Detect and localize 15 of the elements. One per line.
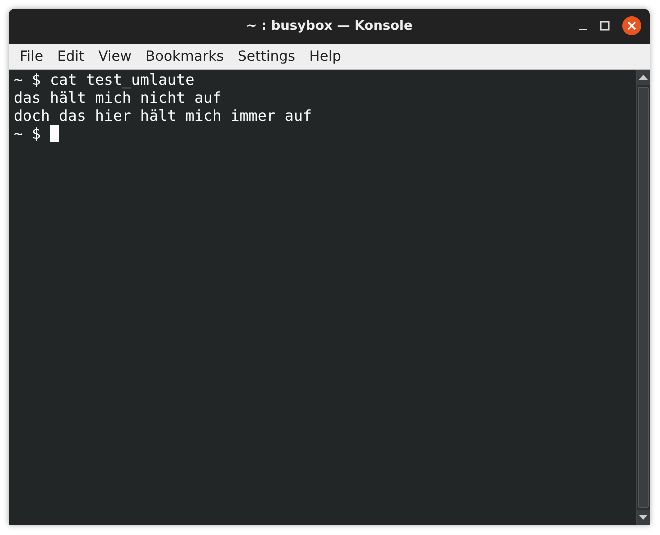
menu-item[interactable]: Edit bbox=[50, 48, 92, 64]
menu-item[interactable]: Settings bbox=[231, 48, 302, 64]
scroll-up-icon[interactable] bbox=[637, 70, 650, 85]
maximize-icon[interactable] bbox=[600, 21, 610, 31]
menu-item[interactable]: Bookmarks bbox=[138, 48, 232, 64]
terminal-line: doch das hier hält mich immer auf bbox=[14, 107, 312, 125]
window-title: ~ : busybox — Konsole bbox=[246, 19, 413, 34]
terminal-line: das hält mich nicht auf bbox=[14, 89, 222, 107]
scroll-down-icon[interactable] bbox=[637, 510, 650, 525]
terminal-line: ~ $ cat test_umlaute bbox=[14, 71, 195, 89]
close-icon[interactable] bbox=[622, 16, 642, 36]
menu-item[interactable]: File bbox=[13, 48, 50, 64]
shell-prompt: ~ $ bbox=[14, 125, 42, 143]
menu-item[interactable]: View bbox=[92, 48, 139, 64]
menu-item[interactable]: Help bbox=[302, 48, 348, 64]
